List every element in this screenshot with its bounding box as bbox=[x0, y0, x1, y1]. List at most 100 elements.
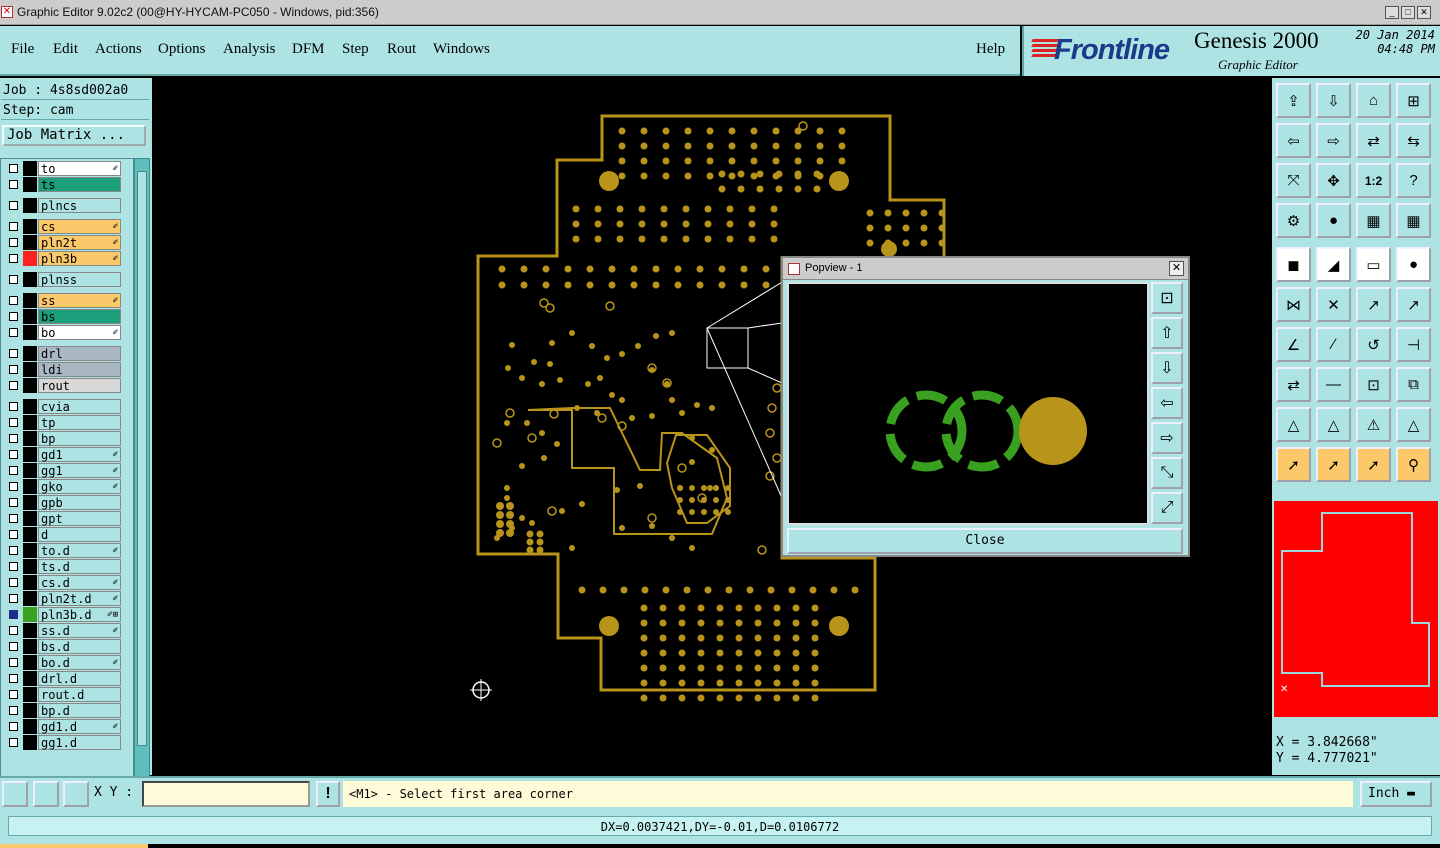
layer-name[interactable]: cvia bbox=[38, 399, 121, 414]
layer-name[interactable]: gd1 ✐ bbox=[38, 447, 121, 462]
triangle-up-icon[interactable]: △ bbox=[1316, 407, 1351, 442]
layer-name[interactable]: bo.d ✐ bbox=[38, 655, 121, 670]
layer-name[interactable]: gg1 ✐ bbox=[38, 463, 121, 478]
layer-name[interactable]: pln2t ✐ bbox=[38, 235, 121, 250]
layer-name[interactable]: pln2t.d ✐ bbox=[38, 591, 121, 606]
layer-name[interactable]: plncs bbox=[38, 198, 121, 213]
layer-color-swatch[interactable] bbox=[23, 431, 37, 446]
layer-checkbox[interactable] bbox=[9, 562, 18, 571]
swap-icon[interactable]: ⇄ bbox=[1356, 123, 1391, 158]
layer-checkbox[interactable] bbox=[9, 349, 18, 358]
layer-row[interactable]: bs.d bbox=[3, 639, 133, 654]
layer-color-swatch[interactable] bbox=[23, 639, 37, 654]
snap-mode-icon[interactable] bbox=[2, 781, 28, 807]
layer-checkbox[interactable] bbox=[9, 690, 18, 699]
select-net-icon[interactable]: ⚲ bbox=[1396, 447, 1431, 482]
layer-checkbox[interactable] bbox=[9, 238, 18, 247]
layer-color-swatch[interactable] bbox=[23, 399, 37, 414]
layer-row[interactable]: cs ✐ bbox=[3, 219, 133, 234]
triangle-icon[interactable]: △ bbox=[1276, 407, 1311, 442]
layer-row[interactable]: plnss bbox=[3, 272, 133, 287]
layer-name[interactable]: pln3b.d ✐⊞ bbox=[38, 607, 121, 622]
layer-checkbox[interactable] bbox=[9, 201, 18, 210]
layer-name[interactable]: bs bbox=[38, 309, 121, 324]
circle-icon[interactable]: ● bbox=[1396, 247, 1431, 282]
layer-color-swatch[interactable] bbox=[23, 198, 37, 213]
layer-checkbox[interactable] bbox=[9, 434, 18, 443]
menu-actions[interactable]: Actions bbox=[95, 41, 142, 58]
rules-alt-icon[interactable]: ▦ bbox=[1396, 203, 1431, 238]
layer-row[interactable]: rout bbox=[3, 378, 133, 393]
layer-row[interactable]: tp bbox=[3, 415, 133, 430]
import-icon[interactable]: ⇦ bbox=[1276, 123, 1311, 158]
layer-row[interactable]: pln2t.d ✐ bbox=[3, 591, 133, 606]
popview-close-button[interactable]: Close bbox=[787, 528, 1183, 554]
layer-scrollbar[interactable] bbox=[134, 158, 150, 826]
layer-row[interactable]: ss.d ✐ bbox=[3, 623, 133, 638]
layer-name[interactable]: gpb bbox=[38, 495, 121, 510]
home-icon[interactable]: ⌂ bbox=[1356, 83, 1391, 118]
layer-row[interactable]: drl bbox=[3, 346, 133, 361]
select-icon[interactable]: ➚ bbox=[1276, 447, 1311, 482]
layer-color-swatch[interactable] bbox=[23, 719, 37, 734]
select-box-icon[interactable]: ➚ bbox=[1316, 447, 1351, 482]
delete-icon[interactable]: ✕ bbox=[1316, 287, 1351, 322]
menu-help[interactable]: Help bbox=[976, 41, 1005, 58]
feature-icon[interactable]: ◢ bbox=[1316, 247, 1351, 282]
layer-color-swatch[interactable] bbox=[23, 415, 37, 430]
units-select[interactable]: Inch ▬ bbox=[1360, 781, 1432, 807]
popview-canvas[interactable] bbox=[787, 282, 1149, 525]
layer-name[interactable]: ts bbox=[38, 177, 121, 192]
layer-row[interactable]: gpt bbox=[3, 511, 133, 526]
open-layer-icon[interactable]: ⇪ bbox=[1276, 83, 1311, 118]
menu-analysis[interactable]: Analysis bbox=[223, 41, 276, 58]
popview-zoom-icon[interactable]: ⊡ bbox=[1151, 282, 1183, 314]
edit-line-icon[interactable]: ∕ bbox=[1316, 327, 1351, 362]
layer-checkbox[interactable] bbox=[9, 482, 18, 491]
layer-row[interactable]: to.d ✐ bbox=[3, 543, 133, 558]
layer-checkbox[interactable] bbox=[9, 546, 18, 555]
pad-icon[interactable]: ◼ bbox=[1276, 247, 1311, 282]
layer-name[interactable]: to ✐ bbox=[38, 161, 121, 176]
layer-checkbox[interactable] bbox=[9, 402, 18, 411]
layer-row[interactable]: bs bbox=[3, 309, 133, 324]
layer-color-swatch[interactable] bbox=[23, 671, 37, 686]
layer-color-swatch[interactable] bbox=[23, 463, 37, 478]
layer-color-swatch[interactable] bbox=[23, 495, 37, 510]
layer-checkbox[interactable] bbox=[9, 381, 18, 390]
layer-checkbox[interactable] bbox=[9, 365, 18, 374]
layer-row[interactable]: gg1.d bbox=[3, 735, 133, 750]
layer-color-swatch[interactable] bbox=[23, 177, 37, 192]
maximize-button[interactable]: □ bbox=[1401, 6, 1415, 19]
layer-color-swatch[interactable] bbox=[23, 309, 37, 324]
layer-name[interactable]: d bbox=[38, 527, 121, 542]
layer-color-swatch[interactable] bbox=[23, 575, 37, 590]
layer-name[interactable]: bo ✐ bbox=[38, 325, 121, 340]
triangle-ab-icon[interactable]: ⚠ bbox=[1356, 407, 1391, 442]
layer-color-swatch[interactable] bbox=[23, 272, 37, 287]
layer-color-swatch[interactable] bbox=[23, 703, 37, 718]
popview-zoom-out-icon[interactable]: ⤡ bbox=[1151, 457, 1183, 489]
layer-color-swatch[interactable] bbox=[23, 219, 37, 234]
layer-name[interactable]: bp bbox=[38, 431, 121, 446]
layer-checkbox[interactable] bbox=[9, 450, 18, 459]
layer-row[interactable]: to ✐ bbox=[3, 161, 133, 176]
popview-close-icon[interactable]: ✕ bbox=[1169, 261, 1184, 276]
layer-row[interactable]: bo.d ✐ bbox=[3, 655, 133, 670]
layer-checkbox[interactable] bbox=[9, 466, 18, 475]
menu-rout[interactable]: Rout bbox=[387, 41, 416, 58]
triangle-arc-icon[interactable]: △ bbox=[1396, 407, 1431, 442]
ruler-icon[interactable]: ▭ bbox=[1356, 247, 1391, 282]
layer-checkbox[interactable] bbox=[9, 738, 18, 747]
layer-name[interactable]: gg1.d bbox=[38, 735, 121, 750]
menu-options[interactable]: Options bbox=[158, 41, 206, 58]
layer-color-swatch[interactable] bbox=[23, 527, 37, 542]
move-icon[interactable]: ↗ bbox=[1356, 287, 1391, 322]
layer-color-swatch[interactable] bbox=[23, 623, 37, 638]
menu-windows[interactable]: Windows bbox=[433, 41, 490, 58]
layer-color-swatch[interactable] bbox=[23, 655, 37, 670]
xy-input[interactable] bbox=[142, 781, 310, 807]
layer-checkbox[interactable] bbox=[9, 312, 18, 321]
line-icon[interactable]: ∠ bbox=[1276, 327, 1311, 362]
popview-zoom-in-icon[interactable]: ⤢ bbox=[1151, 492, 1183, 524]
